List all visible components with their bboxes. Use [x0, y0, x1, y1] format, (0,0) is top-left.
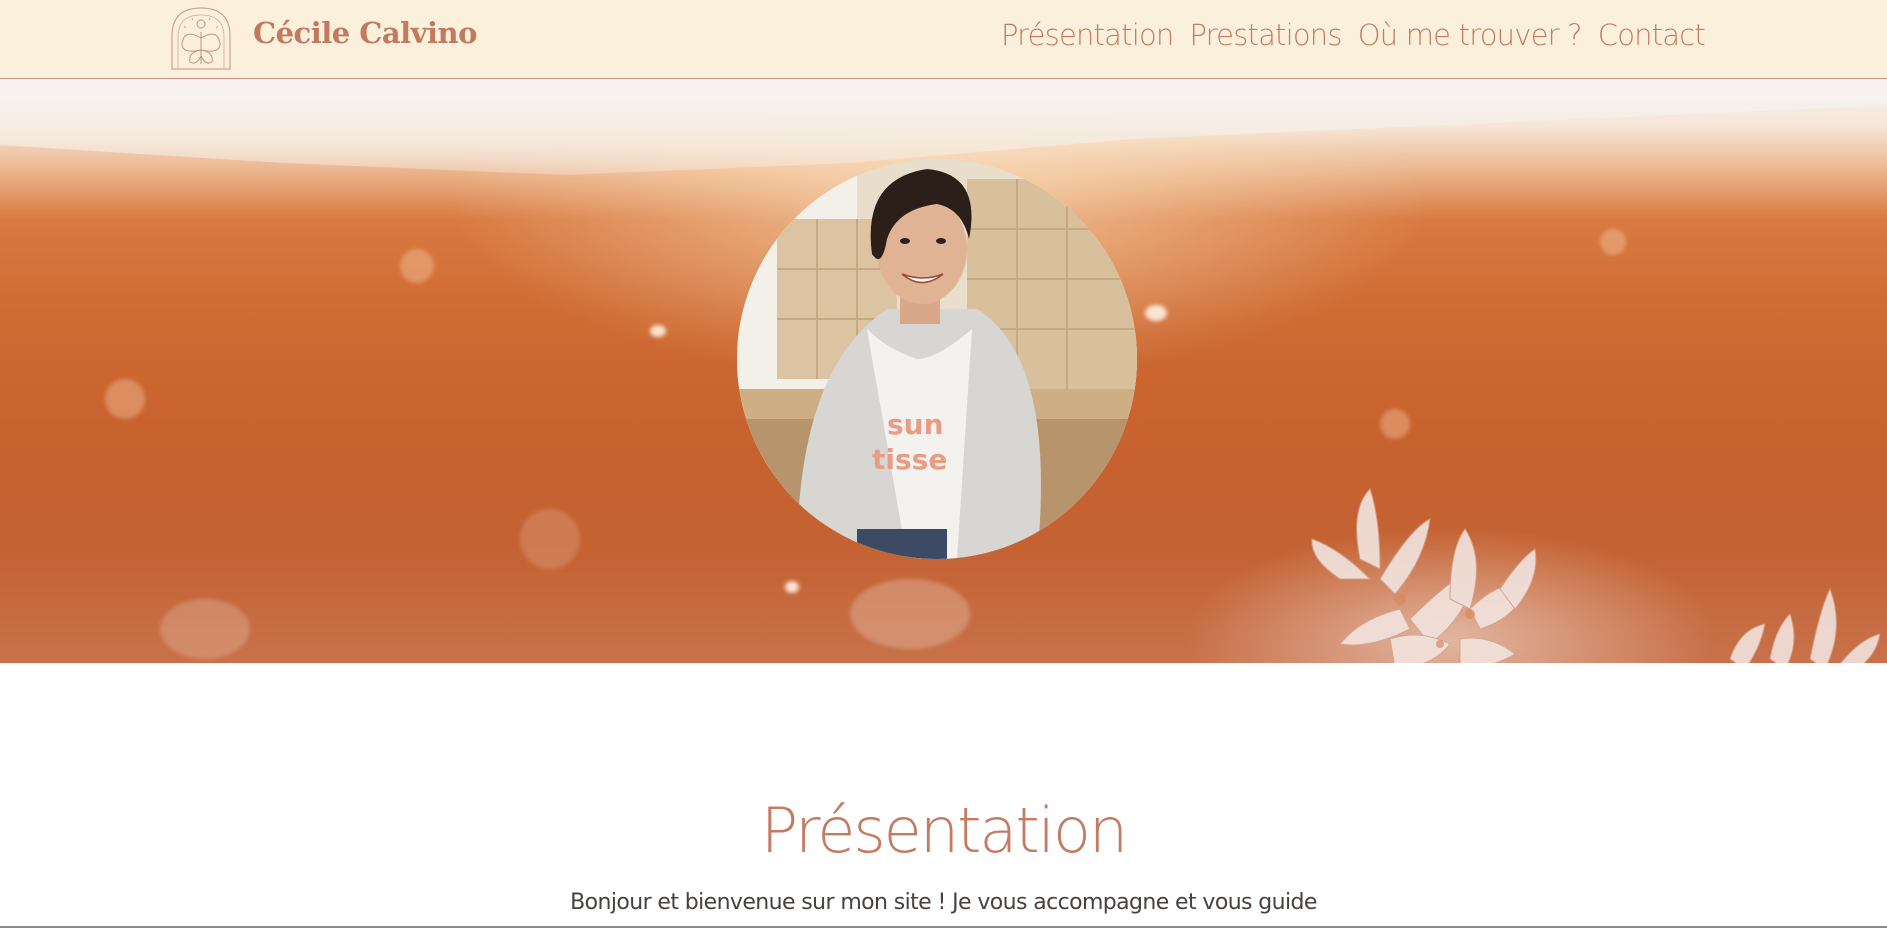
bokeh-light	[1380, 409, 1410, 439]
main-nav: Présentation Prestations Où me trouver ?…	[1001, 18, 1706, 52]
bokeh-light	[105, 379, 145, 419]
bokeh-light	[785, 581, 799, 593]
bokeh-light	[850, 579, 970, 649]
bokeh-light	[1600, 229, 1626, 255]
portrait-photo: sun tisse	[737, 159, 1137, 559]
bokeh-light	[1145, 305, 1167, 321]
svg-text:tisse: tisse	[872, 443, 947, 476]
bokeh-light	[400, 249, 434, 283]
section-title-presentation: Présentation	[760, 793, 1128, 867]
brand-name[interactable]: Cécile Calvino	[253, 16, 477, 50]
svg-text:sun: sun	[887, 408, 944, 441]
nav-ou-me-trouver[interactable]: Où me trouver ?	[1358, 18, 1583, 52]
intro-paragraph: Bonjour et bienvenue sur mon site ! Je v…	[570, 890, 1317, 915]
nav-prestations[interactable]: Prestations	[1189, 18, 1342, 52]
nav-contact[interactable]: Contact	[1598, 18, 1706, 52]
butterfly-arch-icon[interactable]	[170, 6, 232, 70]
bokeh-light	[160, 599, 250, 659]
lily-flowers-right	[1729, 587, 1881, 663]
bokeh-light	[520, 509, 580, 569]
site-header: Cécile Calvino Présentation Prestations …	[0, 0, 1887, 79]
nav-presentation[interactable]: Présentation	[1001, 18, 1174, 52]
lily-flowers	[1311, 488, 1537, 663]
hero-banner: sun tisse	[0, 79, 1887, 663]
bokeh-light	[650, 325, 666, 337]
